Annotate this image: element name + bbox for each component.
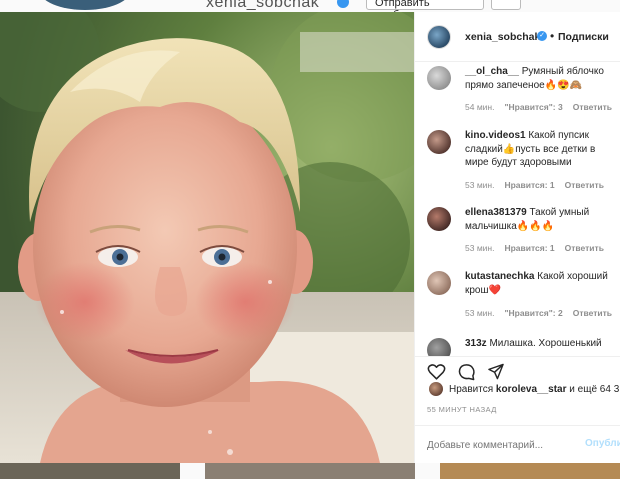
post-side-panel: xenia_sobchak ✓ • Подписки __ol_cha__ Ру… <box>414 12 620 463</box>
comment-icon[interactable] <box>457 363 476 381</box>
reply-button[interactable]: Ответить <box>565 243 604 253</box>
commenter-avatar[interactable] <box>427 271 451 295</box>
commenter-avatar[interactable] <box>427 130 451 154</box>
commenter-avatar[interactable] <box>427 338 451 356</box>
heart-icon[interactable] <box>427 363 446 380</box>
post-header: xenia_sobchak ✓ • Подписки <box>415 12 620 62</box>
separator-dot: • <box>550 29 555 43</box>
comment-text: kino.videos1 Какой пупсик сладкий👍пусть … <box>465 129 615 170</box>
comment-likes[interactable]: Нравится: 1 <box>504 180 554 190</box>
comment-meta: 53 мин. Нравится: 1 Ответить <box>465 180 614 190</box>
commenter-username[interactable]: ellena381379 <box>465 207 527 218</box>
send-message-button[interactable]: Отправить сообщение <box>366 0 484 12</box>
comment-likes[interactable]: "Нравится": 2 <box>504 308 562 318</box>
comment-meta: 54 мин. "Нравится": 3 Ответить <box>465 102 620 112</box>
comment-time[interactable]: 53 мин. <box>465 308 494 318</box>
likes-summary: Нравится koroleva__star и ещё 64 3 <box>427 382 620 400</box>
background-profile-header: xenia_sobchak Отправить сообщение <box>0 0 620 12</box>
commenter-username[interactable]: kino.videos1 <box>465 130 526 141</box>
comment-likes[interactable]: Нравится: 1 <box>504 243 554 253</box>
child-portrait-image <box>0 12 414 463</box>
comment-text: ellena381379 Такой умный мальчишка🔥🔥🔥 <box>465 206 615 233</box>
comment-time[interactable]: 53 мин. <box>465 180 494 190</box>
post-comment-button[interactable]: Опубли <box>585 438 620 449</box>
comment-meta: 53 мин. Нравится: 1 Ответить <box>465 243 614 253</box>
author-avatar[interactable] <box>427 25 451 49</box>
profile-grid-strip <box>0 463 620 479</box>
follow-dropdown-button[interactable] <box>491 0 521 10</box>
commenter-username[interactable]: kutastanechka <box>465 271 534 282</box>
post-timestamp[interactable]: 55 МИНУТ НАЗАД <box>427 405 497 414</box>
comment-time[interactable]: 53 мин. <box>465 243 494 253</box>
post-actions <box>415 356 620 382</box>
liker-avatar[interactable] <box>429 382 443 396</box>
likes-prefix: Нравится <box>449 384 496 395</box>
reply-button[interactable]: Ответить <box>573 102 612 112</box>
grid-thumbnail[interactable] <box>205 463 415 479</box>
comment-likes[interactable]: "Нравится": 3 <box>504 102 562 112</box>
commenter-username[interactable]: 313z <box>465 338 487 349</box>
comment-time[interactable]: 54 мин. <box>465 102 494 112</box>
comment-input[interactable] <box>427 438 577 452</box>
reply-button[interactable]: Ответить <box>573 308 612 318</box>
comment-text: __ol_cha__ Румяный яблочко прямо запечен… <box>465 65 615 92</box>
commenter-avatar[interactable] <box>427 66 451 90</box>
verified-badge-icon <box>337 0 349 8</box>
verified-badge-icon: ✓ <box>537 31 547 41</box>
commenter-username[interactable]: __ol_cha__ <box>465 66 519 77</box>
comment-text: kutastanechka Какой хороший крош❤️ <box>465 270 615 297</box>
commenter-avatar[interactable] <box>427 207 451 231</box>
post-photo <box>0 12 414 463</box>
background-username: xenia_sobchak <box>206 0 320 11</box>
comments-list: __ol_cha__ Румяный яблочко прямо запечен… <box>415 62 620 356</box>
author-username[interactable]: xenia_sobchak <box>465 31 540 43</box>
comment-body: Милашка. Хорошенький <box>489 338 602 349</box>
grid-thumbnail[interactable] <box>0 463 180 479</box>
add-comment-box: Опубли <box>415 425 620 463</box>
likes-text[interactable]: Нравится koroleva__star и ещё 64 3 <box>449 384 619 395</box>
send-icon[interactable] <box>487 363 505 380</box>
background-avatar <box>40 0 130 10</box>
likes-suffix: и ещё 64 3 <box>566 384 620 395</box>
following-button[interactable]: Подписки <box>558 31 609 43</box>
grid-thumbnail[interactable] <box>440 463 620 479</box>
comment-text: 313z Милашка. Хорошенький <box>465 337 615 351</box>
liker-username[interactable]: koroleva__star <box>496 384 567 395</box>
comment-meta: 53 мин. "Нравится": 2 Ответить <box>465 308 620 318</box>
reply-button[interactable]: Ответить <box>565 180 604 190</box>
